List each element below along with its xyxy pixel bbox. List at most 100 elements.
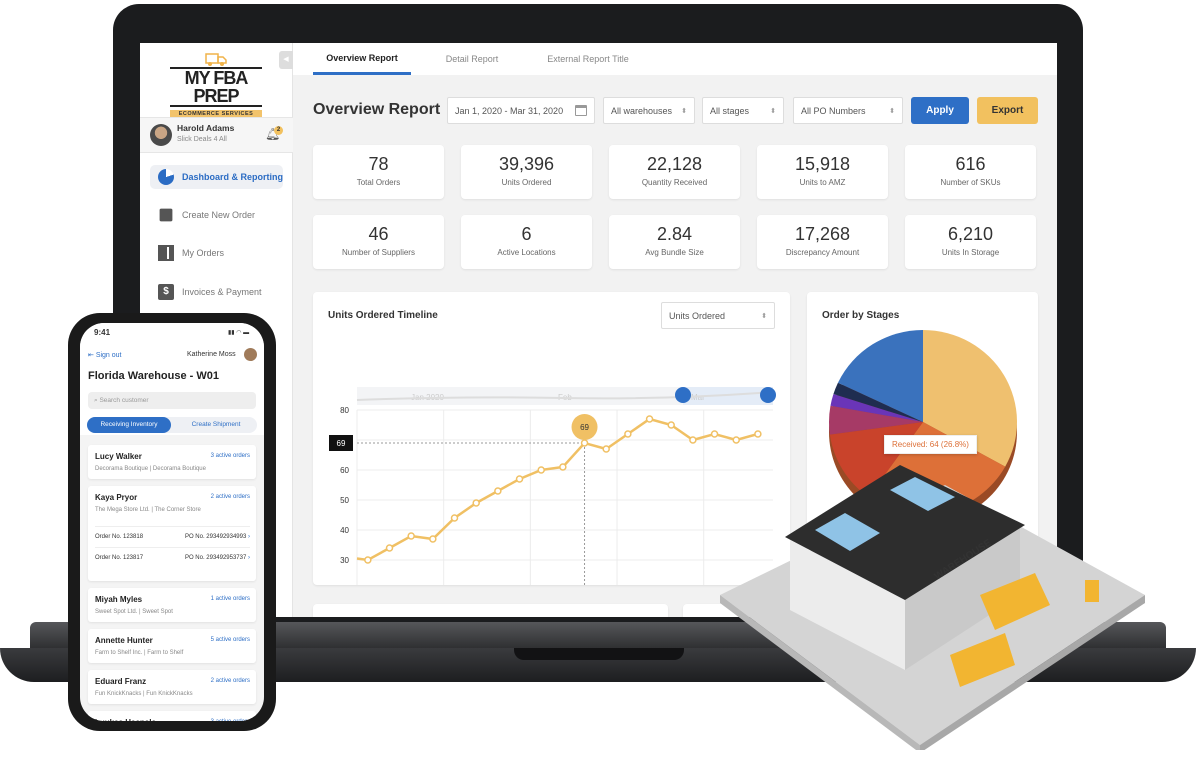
stat-card: 15,918 Units to AMZ bbox=[757, 145, 888, 199]
sidebar-item-my-orders[interactable]: My Orders bbox=[150, 241, 283, 265]
active-orders-link[interactable]: 2 active orders bbox=[211, 678, 250, 684]
data-point bbox=[537, 466, 545, 474]
customer-card[interactable]: Eduard Franz 2 active orders Fun KnickKnac… bbox=[88, 670, 256, 704]
collapse-sidebar-button[interactable]: ◀ bbox=[279, 51, 293, 69]
customer-card[interactable]: Luukas Haapala3 active ordersDivine Stor… bbox=[88, 711, 256, 721]
data-point bbox=[580, 439, 589, 447]
customer-card[interactable]: Annette Hunter 5 active orders Farm to She… bbox=[88, 629, 256, 663]
stat-label: Total Orders bbox=[356, 178, 401, 187]
user-company: Slick Deals 4 All bbox=[177, 136, 227, 143]
stat-card: 46 Number of Suppliers bbox=[313, 215, 444, 269]
sign-out-link[interactable]: ⇤ Sign out bbox=[88, 351, 122, 359]
updown-icon: ⬍ bbox=[770, 107, 776, 115]
tab-receiving-inventory[interactable]: Receiving Inventory bbox=[87, 417, 171, 433]
order-row[interactable]: Order No. 123817 PO No. 293492953737 › bbox=[95, 547, 250, 561]
sidebar-item-invoices[interactable]: $ Invoices & Payment bbox=[150, 280, 283, 304]
stat-value: 78 bbox=[368, 154, 389, 174]
stat-value: 616 bbox=[955, 154, 986, 174]
data-point bbox=[494, 487, 502, 495]
customer-name: Miyah Myles bbox=[95, 595, 143, 604]
user-panel[interactable]: Harold Adams Slick Deals 4 All 🔔︎ 2 bbox=[140, 117, 293, 153]
stat-card: 6 Active Locations bbox=[461, 215, 592, 269]
tab-external-report[interactable]: External Report Title bbox=[533, 43, 643, 75]
user-name: Harold Adams bbox=[177, 123, 235, 133]
phone-title: Florida Warehouse - W01 bbox=[88, 370, 220, 382]
phone-user-name: Katherine Moss bbox=[187, 351, 236, 358]
data-point bbox=[710, 430, 719, 438]
phone-avatar[interactable] bbox=[244, 348, 257, 361]
grid-icon bbox=[158, 245, 174, 261]
stat-value: 6,210 bbox=[947, 224, 994, 244]
sign-out-icon: ⇤ bbox=[88, 352, 96, 359]
order-row[interactable]: Order No. 123818 PO No. 293492934993 › bbox=[95, 526, 250, 540]
data-point bbox=[689, 436, 697, 444]
data-point bbox=[624, 430, 632, 438]
stat-value: 46 bbox=[368, 224, 389, 244]
laptop-notch bbox=[514, 648, 684, 660]
stage-select[interactable]: All stages ⬍ bbox=[702, 97, 784, 124]
customer-card[interactable]: Lucy Walker 3 active orders Decorama Bouti… bbox=[88, 445, 256, 479]
apply-button[interactable]: Apply bbox=[911, 97, 969, 124]
customer-card[interactable]: Miyah Myles 1 active orders Sweet Spot Ltd… bbox=[88, 588, 256, 622]
sign-out-label: Sign out bbox=[95, 352, 122, 359]
data-point bbox=[515, 475, 524, 483]
sidebar-item-dashboard[interactable]: Dashboard & Reporting bbox=[150, 165, 283, 189]
stat-value: 2.84 bbox=[656, 224, 693, 244]
stat-value: 22,128 bbox=[646, 154, 703, 174]
export-button[interactable]: Export bbox=[977, 97, 1038, 124]
range-handle[interactable] bbox=[760, 387, 776, 403]
notification-badge: 2 bbox=[274, 126, 283, 135]
stat-label: Active Locations bbox=[497, 248, 556, 257]
pie-chart-icon bbox=[158, 169, 174, 185]
date-range-picker[interactable]: Jan 1, 2020 - Mar 31, 2020 bbox=[447, 97, 595, 124]
customer-name: Annette Hunter bbox=[95, 636, 153, 645]
tab-create-shipment[interactable]: Create Shipment bbox=[175, 417, 257, 433]
customer-name: Luukas Haapala bbox=[95, 718, 156, 721]
dollar-bag-icon: $ bbox=[158, 284, 174, 300]
stat-value: 6 bbox=[521, 224, 532, 244]
po-number: PO No. 293492934993 bbox=[184, 534, 247, 540]
stat-label: Discrepancy Amount bbox=[785, 248, 860, 257]
y-tick-label: 30 bbox=[340, 556, 349, 565]
stat-label: Units to AMZ bbox=[799, 178, 846, 187]
logo-title: MY FBA PREP bbox=[170, 67, 262, 107]
stat-label: Number of SKUs bbox=[940, 178, 1001, 187]
sidebar-item-label: Dashboard & Reporting bbox=[182, 172, 284, 182]
search-customer-input[interactable]: ⌕ Search customer bbox=[88, 392, 256, 409]
data-point bbox=[364, 556, 372, 564]
pie-tooltip: Received: 64 (26.8%) bbox=[884, 435, 977, 454]
sidebar-item-create-order[interactable]: Create New Order bbox=[150, 203, 283, 227]
stat-card: 39,396 Units Ordered bbox=[461, 145, 592, 199]
active-orders-link[interactable]: 5 active orders bbox=[211, 637, 250, 643]
tab-overview-report[interactable]: Overview Report bbox=[313, 43, 411, 75]
active-orders-link[interactable]: 3 active orders bbox=[211, 719, 250, 721]
warehouse-select[interactable]: All warehouses ⬍ bbox=[603, 97, 695, 124]
stat-value: 15,918 bbox=[794, 154, 851, 174]
customer-stores: Farm to Shelf Inc. | Farm to Shelf bbox=[95, 650, 184, 656]
range-handle[interactable] bbox=[675, 387, 691, 403]
active-orders-link[interactable]: 3 active orders bbox=[211, 453, 250, 459]
order-number: Order No. 123818 bbox=[95, 534, 144, 540]
customer-card[interactable]: Kaya Pryor 2 active orders The Mega Store … bbox=[88, 486, 256, 581]
data-point bbox=[732, 436, 740, 444]
customer-stores: The Mega Store Ltd. | The Corner Store bbox=[95, 507, 201, 513]
stage-value: All stages bbox=[710, 105, 750, 116]
customer-stores: Decorama Boutique | Decorama Boutique bbox=[95, 466, 206, 472]
customer-name: Eduard Franz bbox=[95, 677, 147, 686]
updown-icon: ⬍ bbox=[889, 107, 895, 115]
active-orders-link[interactable]: 1 active orders bbox=[211, 596, 250, 602]
stat-value: 39,396 bbox=[498, 154, 555, 174]
stat-card: 17,268 Discrepancy Amount bbox=[757, 215, 888, 269]
po-select[interactable]: All PO Numbers ⬍ bbox=[793, 97, 903, 124]
forklift bbox=[1085, 580, 1099, 602]
data-point bbox=[667, 421, 675, 429]
data-point bbox=[472, 499, 480, 507]
tab-detail-report[interactable]: Detail Report bbox=[431, 43, 513, 75]
stat-card: 616 Number of SKUs bbox=[905, 145, 1036, 199]
sidebar-item-label: Create New Order bbox=[182, 210, 256, 220]
stat-card: 2.84 Avg Bundle Size bbox=[609, 215, 740, 269]
chevron-right-icon: › bbox=[248, 555, 250, 561]
chevron-right-icon: › bbox=[248, 534, 250, 540]
data-point bbox=[559, 463, 567, 471]
active-orders-link[interactable]: 2 active orders bbox=[211, 494, 250, 500]
